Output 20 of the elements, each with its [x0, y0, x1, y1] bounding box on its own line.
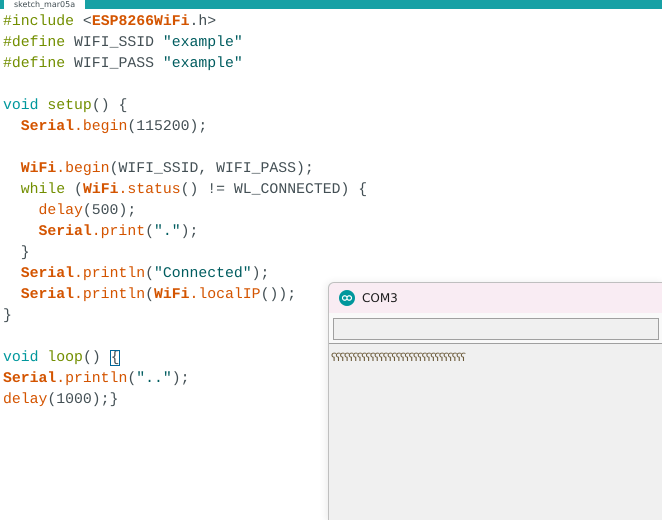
- code-line: #define WIFI_PASS "example": [3, 55, 243, 74]
- code-line: }: [3, 307, 12, 326]
- code-line: void setup() {: [3, 97, 128, 116]
- code-line: Serial.print(".");: [38, 223, 198, 242]
- serial-output: ʕʕʕʕʕʕʕʕʕʕʕʕʕʕʕʕʕʕʕʕʕʕʕʕʕʕʕʕʕʕʕ: [331, 351, 465, 364]
- code-line: Serial.begin(115200);: [20, 118, 208, 137]
- code-line: Serial.println("..");: [3, 370, 190, 389]
- code-line: Serial.println("Connected");: [20, 265, 270, 284]
- code-line: while (WiFi.status() != WL_CONNECTED) {: [20, 181, 368, 200]
- infinity-logo-icon: [339, 290, 355, 306]
- code-line: #include <ESP8266WiFi.h>: [3, 13, 216, 32]
- code-line: #define WIFI_SSID "example": [3, 34, 243, 53]
- code-line: delay(1000);}: [3, 391, 118, 410]
- code-line: }: [20, 244, 30, 263]
- input-field[interactable]: [333, 318, 659, 340]
- code-line: Serial.println(WiFi.localIP());: [20, 286, 296, 305]
- window-title: COM3: [362, 291, 398, 305]
- file-tab[interactable]: sketch_mar05a: [2, 0, 86, 9]
- code-line: WiFi.begin(WIFI_SSID, WIFI_PASS);: [20, 160, 314, 179]
- code-line: delay(500);: [38, 202, 136, 221]
